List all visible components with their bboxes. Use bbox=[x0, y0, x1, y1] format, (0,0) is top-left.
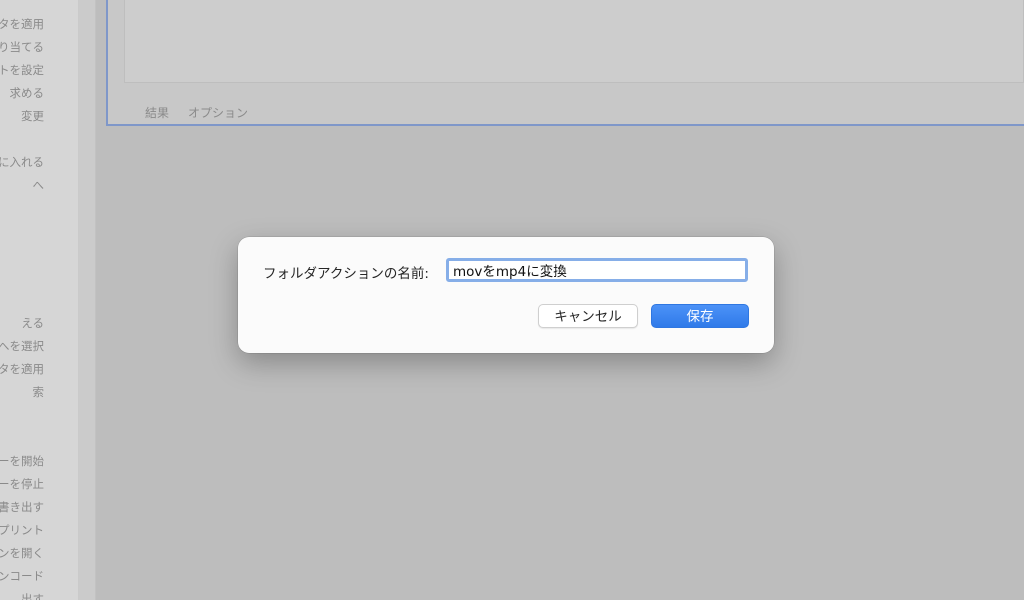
library-item[interactable]: ントを設定 bbox=[0, 63, 44, 77]
library-item[interactable]: ーを停止 bbox=[0, 477, 44, 491]
library-item[interactable]: エンコード bbox=[0, 569, 44, 583]
folder-action-name-input[interactable] bbox=[446, 258, 748, 282]
library-item[interactable]: へを選択 bbox=[0, 339, 44, 353]
save-button[interactable]: 保存 bbox=[651, 304, 749, 328]
library-item[interactable]: 書き出す bbox=[0, 500, 44, 514]
library-item[interactable]: 出す bbox=[21, 592, 44, 600]
actions-library-list: タを適用 り当てる ントを設定 求める 変更 に入れる へ える へを選択 タを… bbox=[0, 0, 79, 600]
save-folder-action-dialog: フォルダアクションの名前: キャンセル 保存 bbox=[238, 237, 774, 353]
tab-results[interactable]: 結果 bbox=[145, 104, 169, 121]
library-item[interactable]: タを適用 bbox=[0, 362, 44, 376]
library-item[interactable]: に入れる bbox=[0, 155, 44, 169]
library-item[interactable]: り当てる bbox=[0, 40, 44, 54]
library-item[interactable]: える bbox=[21, 316, 44, 330]
library-item[interactable]: へ bbox=[33, 178, 45, 192]
tab-options[interactable]: オプション bbox=[188, 104, 248, 121]
library-item[interactable]: 変更 bbox=[21, 109, 44, 123]
action-content-area bbox=[124, 0, 1024, 83]
library-item[interactable]: ンを開く bbox=[0, 546, 44, 560]
library-splitter[interactable] bbox=[79, 0, 96, 600]
library-item[interactable]: タを適用 bbox=[0, 17, 44, 31]
library-item[interactable]: プリント bbox=[0, 523, 44, 537]
folder-action-name-label: フォルダアクションの名前: bbox=[263, 266, 429, 282]
library-item[interactable]: 求める bbox=[10, 86, 45, 100]
library-item[interactable]: 索 bbox=[33, 385, 45, 399]
library-item[interactable]: ーを開始 bbox=[0, 454, 44, 468]
cancel-button[interactable]: キャンセル bbox=[538, 304, 638, 328]
